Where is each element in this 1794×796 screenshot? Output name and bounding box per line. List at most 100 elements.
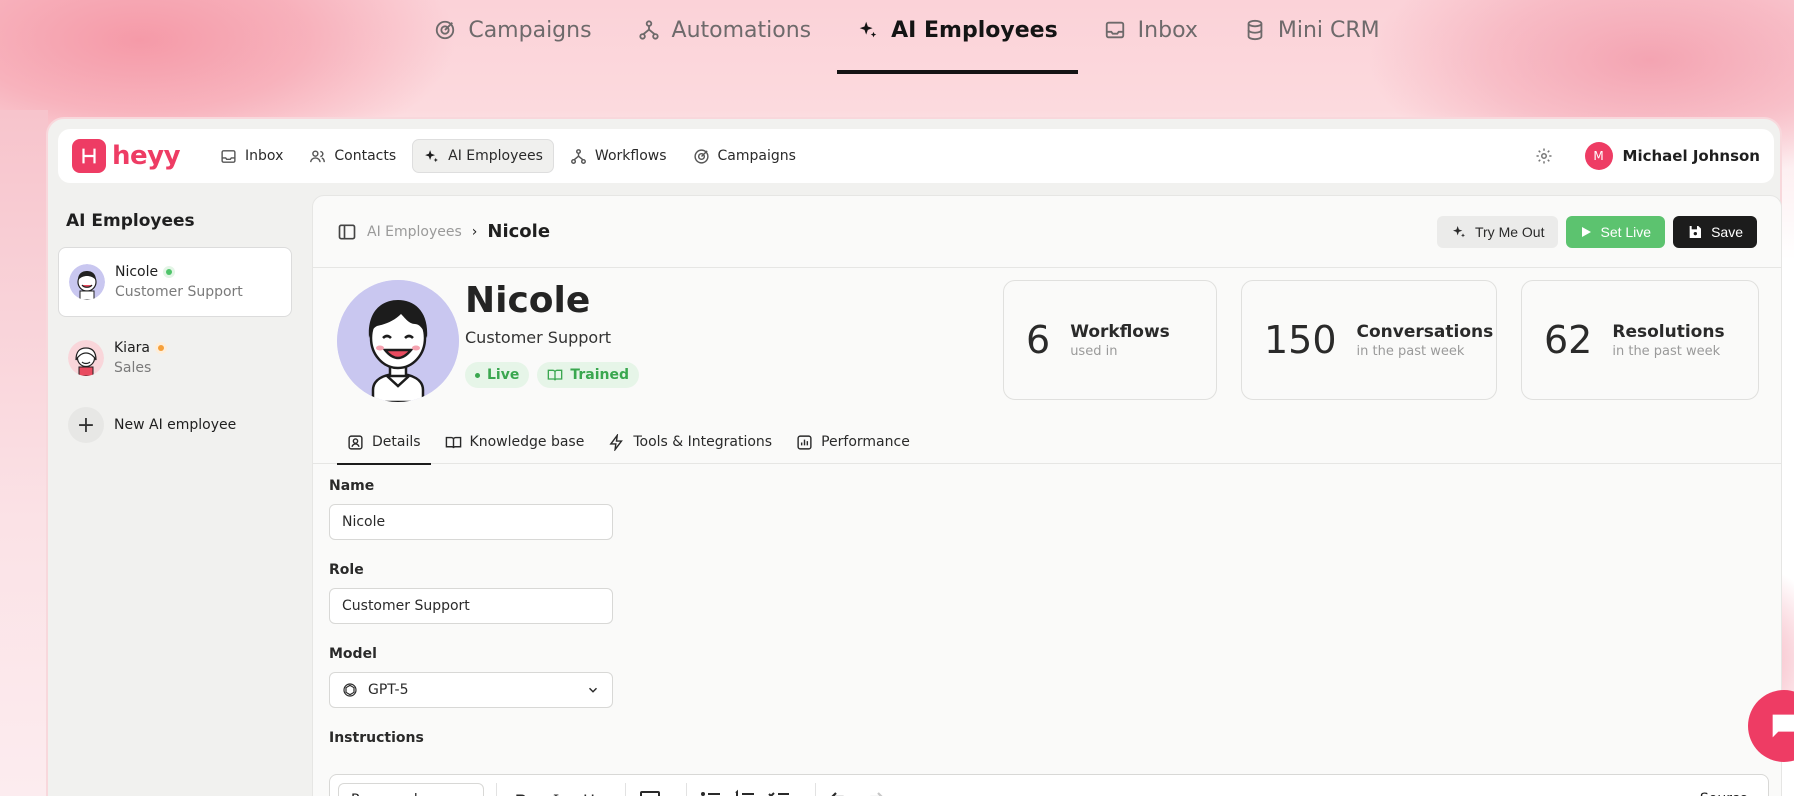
model-value: GPT-5 bbox=[368, 682, 409, 698]
tab-performance[interactable]: Performance bbox=[786, 420, 920, 464]
table-group bbox=[625, 783, 674, 796]
history-group bbox=[815, 783, 898, 796]
gear-icon[interactable] bbox=[1535, 147, 1553, 165]
topnav-inbox[interactable]: Inbox bbox=[1084, 0, 1218, 74]
source-button[interactable]: Source bbox=[1688, 783, 1760, 796]
chat-icon bbox=[1772, 714, 1794, 738]
field-label: Instructions bbox=[329, 730, 424, 746]
stat-conversations[interactable]: 150 Conversations in the past week bbox=[1241, 280, 1497, 400]
sidebar-item-kiara[interactable]: Kiara Sales bbox=[58, 323, 292, 393]
breadcrumb: AI Employees › Nicole bbox=[337, 221, 550, 242]
breadcrumb-separator: › bbox=[471, 223, 478, 240]
numbered-list-icon[interactable] bbox=[733, 788, 757, 796]
save-button[interactable]: Save bbox=[1673, 215, 1757, 248]
sidebar-title: AI Employees bbox=[66, 211, 195, 231]
name-input[interactable]: Nicole bbox=[329, 504, 613, 540]
users-icon bbox=[310, 149, 326, 162]
topnav-label: Campaigns bbox=[468, 17, 592, 43]
topnav-automations[interactable]: Automations bbox=[618, 0, 832, 74]
dot-icon bbox=[475, 372, 480, 378]
model-select[interactable]: GPT-5 bbox=[329, 672, 613, 708]
sidebar-toggle-icon[interactable] bbox=[337, 222, 357, 242]
badge-label: Trained bbox=[570, 367, 629, 383]
block-type-select[interactable]: Paragraph bbox=[338, 783, 484, 796]
name-field: Name Nicole bbox=[329, 478, 1765, 540]
breadcrumb-parent[interactable]: AI Employees bbox=[367, 224, 462, 240]
inbox-icon bbox=[1105, 21, 1124, 39]
field-label: Role bbox=[329, 562, 364, 578]
status-badge-live: Live bbox=[465, 362, 530, 388]
sparkle-icon bbox=[859, 21, 877, 38]
instructions-editor-toolbar: Paragraph B I U Source bbox=[329, 774, 1769, 796]
employee-role-text: Customer Support bbox=[465, 328, 612, 347]
topnav-ai-employees[interactable]: AI Employees bbox=[837, 0, 1078, 74]
sparkle-icon bbox=[425, 149, 438, 162]
appnav-label: Contacts bbox=[334, 148, 397, 164]
app-header: heyy Inbox Contacts AI Employees Workflo… bbox=[58, 129, 1774, 183]
sidebar-item-nicole[interactable]: Nicole Customer Support bbox=[58, 247, 292, 317]
role-input[interactable]: Customer Support bbox=[329, 588, 613, 624]
appnav-label: Campaigns bbox=[717, 148, 796, 164]
logo-text: heyy bbox=[112, 141, 181, 171]
profile-section: Nicole Customer Support Live Trained 6 W… bbox=[313, 268, 1781, 420]
book-icon bbox=[445, 436, 461, 448]
topnav-label: AI Employees bbox=[891, 17, 1058, 43]
background-strip bbox=[0, 110, 48, 796]
sidebar: AI Employees Nicole Customer Support Kia… bbox=[58, 195, 292, 796]
detail-tabs: Details Knowledge base Tools & Integrati… bbox=[313, 420, 1781, 465]
bullet-list-icon[interactable] bbox=[699, 788, 723, 796]
target-icon bbox=[436, 20, 455, 40]
target-icon bbox=[693, 148, 709, 164]
top-navigation: Campaigns Automations AI Employees Inbox… bbox=[0, 0, 1794, 74]
new-ai-employee-button[interactable]: + New AI employee bbox=[58, 399, 292, 451]
redo-icon[interactable] bbox=[862, 788, 886, 796]
list-group bbox=[686, 783, 803, 796]
stat-resolutions[interactable]: 62 Resolutions in the past week bbox=[1521, 280, 1759, 400]
checklist-icon[interactable] bbox=[767, 788, 791, 796]
undo-icon[interactable] bbox=[828, 788, 852, 796]
appnav-workflows[interactable]: Workflows bbox=[560, 139, 677, 173]
field-label: Name bbox=[329, 478, 375, 494]
stat-workflows[interactable]: 6 Workflows used in bbox=[1003, 280, 1217, 400]
italic-icon[interactable]: I bbox=[543, 788, 567, 796]
employee-name-text: Kiara bbox=[114, 340, 150, 356]
employee-name-text: Nicole bbox=[115, 264, 159, 280]
breadcrumb-current: Nicole bbox=[487, 221, 551, 242]
appnav-inbox[interactable]: Inbox bbox=[210, 139, 293, 173]
underline-icon[interactable]: U bbox=[577, 788, 601, 796]
tab-tools-integrations[interactable]: Tools & Integrations bbox=[598, 420, 782, 464]
details-form: Name Nicole Role Customer Support Model … bbox=[313, 464, 1781, 782]
topnav-campaigns[interactable]: Campaigns bbox=[414, 0, 611, 74]
avatar bbox=[68, 340, 104, 376]
logo[interactable]: heyy bbox=[72, 139, 181, 173]
button-label: Try Me Out bbox=[1474, 223, 1545, 240]
status-dot bbox=[166, 269, 173, 275]
avatar bbox=[69, 264, 105, 300]
model-field: Model GPT-5 bbox=[329, 646, 1765, 708]
flow-icon bbox=[638, 20, 659, 40]
appnav-contacts[interactable]: Contacts bbox=[299, 139, 406, 173]
employee-name-heading: Nicole bbox=[465, 280, 591, 321]
new-employee-label: New AI employee bbox=[114, 417, 237, 433]
tab-details[interactable]: Details bbox=[337, 420, 431, 465]
format-group: B I U bbox=[496, 783, 613, 796]
table-icon[interactable] bbox=[638, 788, 662, 796]
bold-icon[interactable]: B bbox=[509, 788, 533, 796]
employee-avatar[interactable] bbox=[337, 280, 459, 402]
user-card-icon bbox=[348, 434, 363, 450]
stats-row: 6 Workflows used in 150 Conversations in… bbox=[1003, 280, 1759, 400]
topnav-mini-crm[interactable]: Mini CRM bbox=[1224, 0, 1400, 74]
tab-knowledge-base[interactable]: Knowledge base bbox=[435, 420, 595, 464]
try-me-out-button[interactable]: Try Me Out bbox=[1436, 215, 1559, 248]
topnav-label: Mini CRM bbox=[1277, 17, 1380, 43]
user-menu[interactable]: M Michael Johnson bbox=[1584, 142, 1760, 170]
appnav-ai-employees[interactable]: AI Employees bbox=[412, 139, 554, 173]
appnav-campaigns[interactable]: Campaigns bbox=[683, 139, 806, 173]
inbox-icon bbox=[221, 149, 236, 163]
stat-label: Conversations bbox=[1356, 321, 1494, 342]
tab-label: Knowledge base bbox=[469, 434, 585, 450]
employee-name: Kiara bbox=[114, 340, 164, 356]
set-live-button[interactable]: Set Live bbox=[1566, 215, 1666, 248]
chart-icon bbox=[797, 434, 812, 450]
tab-label: Details bbox=[372, 434, 421, 450]
